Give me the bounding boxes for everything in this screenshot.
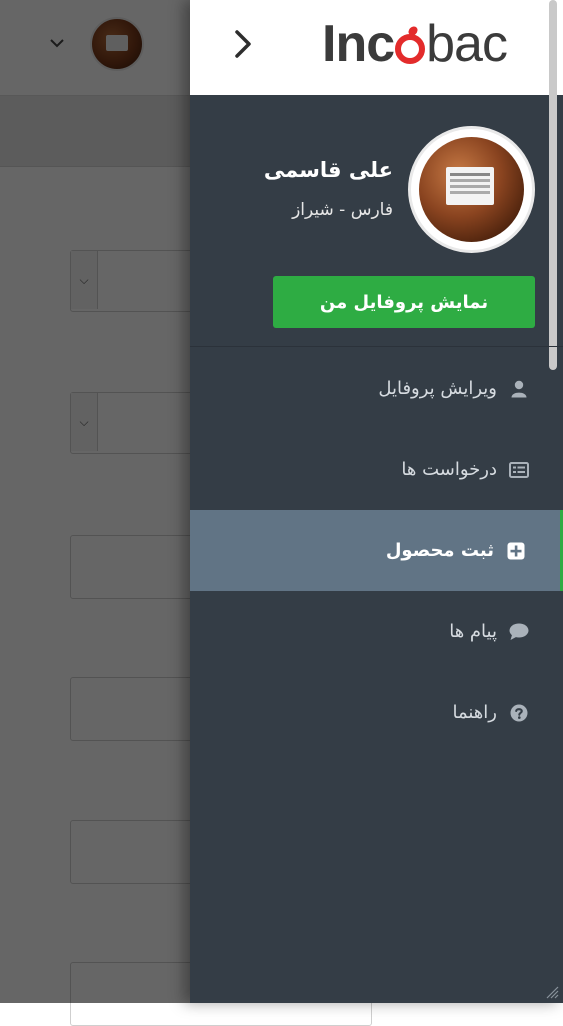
menu-item-label: پیام ها xyxy=(449,621,497,642)
plus-square-icon xyxy=(506,541,526,561)
menu-item-register-product[interactable]: ثبت محصول xyxy=(190,510,563,591)
menu-item-label: درخواست ها xyxy=(401,459,497,480)
avatar[interactable] xyxy=(408,126,535,253)
avatar-label-graphic xyxy=(446,167,494,205)
menu-item-label: ویرایش پروفایل xyxy=(378,378,497,399)
menu-item-label: راهنما xyxy=(452,702,497,723)
drawer-header: Inc bac xyxy=(190,0,563,95)
comment-icon xyxy=(509,622,529,642)
chevron-right-icon[interactable] xyxy=(230,28,256,60)
side-drawer: Inc bac علی قاسمی فارس - شیراز نمایش پرو… xyxy=(190,0,563,1003)
resize-handle-icon[interactable] xyxy=(545,985,559,999)
drawer-menu: ویرایش پروفایل درخواست ها ثبت محصول پیام… xyxy=(190,348,563,753)
menu-item-messages[interactable]: پیام ها xyxy=(190,591,563,672)
menu-item-help[interactable]: راهنما xyxy=(190,672,563,753)
question-circle-icon xyxy=(509,703,529,723)
menu-item-edit-profile[interactable]: ویرایش پروفایل xyxy=(190,348,563,429)
view-profile-button[interactable]: نمایش پروفایل من xyxy=(273,276,535,328)
user-location: فارس - شیراز xyxy=(292,200,393,220)
menu-item-requests[interactable]: درخواست ها xyxy=(190,429,563,510)
user-name: علی قاسمی xyxy=(263,158,393,182)
profile-section: علی قاسمی فارس - شیراز نمایش پروفایل من xyxy=(190,96,563,347)
logo-text-primary: Inc xyxy=(322,15,395,73)
logo-apple-icon xyxy=(395,34,426,64)
user-icon xyxy=(509,379,529,399)
list-icon xyxy=(509,460,529,480)
brand-logo[interactable]: Inc bac xyxy=(322,14,508,74)
menu-item-label: ثبت محصول xyxy=(385,540,494,561)
logo-text-secondary: bac xyxy=(426,15,508,73)
